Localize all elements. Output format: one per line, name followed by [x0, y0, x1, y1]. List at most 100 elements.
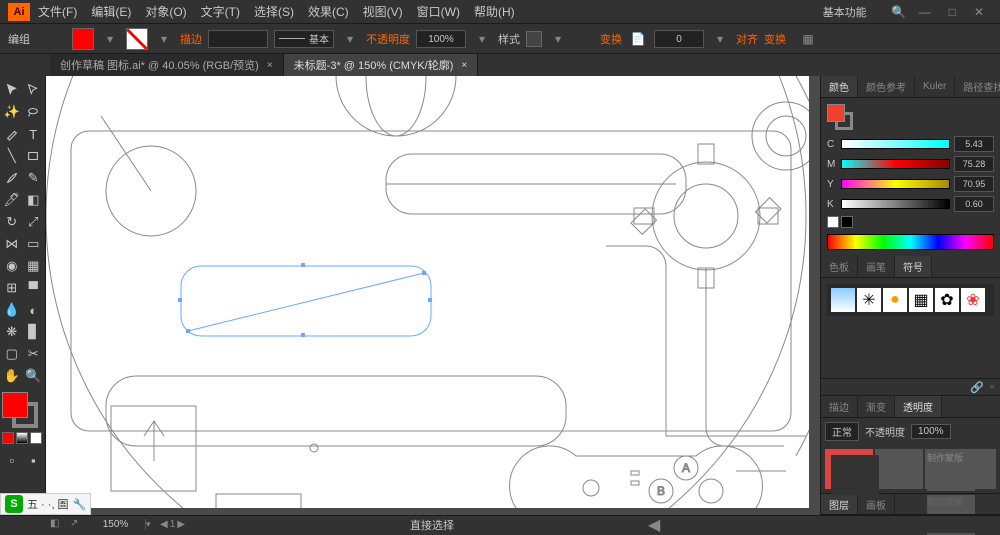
transform-label[interactable]: 变换: [600, 31, 622, 47]
magic-wand-tool[interactable]: ✨: [2, 102, 22, 122]
free-transform-tool[interactable]: ▭: [24, 234, 44, 254]
opacity-label[interactable]: 不透明度: [366, 31, 410, 47]
num-input[interactable]: 0: [654, 30, 704, 48]
fill-stroke-indicator[interactable]: [2, 392, 38, 428]
link-icon[interactable]: 🔗: [970, 381, 984, 394]
scale-tool[interactable]: ⤢: [24, 212, 44, 232]
ime-settings-icon[interactable]: 🔧: [73, 498, 87, 511]
hand-tool[interactable]: ✋: [2, 366, 22, 386]
graphic-style-swatch[interactable]: [526, 31, 542, 47]
ime-toolbar[interactable]: S 五 · ·, 圄 🔧: [0, 493, 91, 515]
magenta-value[interactable]: 75.28: [954, 156, 994, 172]
menu-file[interactable]: 文件(F): [32, 1, 83, 22]
menu-view[interactable]: 视图(V): [357, 1, 409, 22]
fill-swatch[interactable]: [72, 28, 94, 50]
new-icon[interactable]: ▫: [990, 381, 994, 393]
minimize-icon[interactable]: —: [911, 5, 939, 19]
selection-tool[interactable]: [2, 80, 22, 100]
tab-swatches[interactable]: 色板: [821, 256, 858, 277]
menu-type[interactable]: 文字(T): [195, 1, 246, 22]
artboard[interactable]: A B: [46, 76, 809, 508]
eyedropper-tool[interactable]: 💧: [2, 300, 22, 320]
menu-object[interactable]: 对象(O): [139, 1, 192, 22]
stroke-width-input[interactable]: [208, 30, 268, 48]
eraser-tool[interactable]: ◧: [24, 190, 44, 210]
tab-transparency[interactable]: 透明度: [895, 396, 942, 417]
canvas-area[interactable]: A B: [46, 76, 820, 515]
symbol-item[interactable]: ✿: [935, 288, 959, 312]
paintbrush-tool[interactable]: [2, 168, 22, 188]
zoom-level[interactable]: 150%: [86, 519, 146, 530]
yellow-value[interactable]: 70.95: [954, 176, 994, 192]
artboard-tool[interactable]: ▢: [2, 344, 22, 364]
blob-brush-tool[interactable]: 🖊: [2, 190, 22, 210]
tab-artboards[interactable]: 画板: [858, 494, 895, 514]
blend-mode-select[interactable]: 正常: [825, 422, 859, 441]
white-swatch-icon[interactable]: [827, 216, 839, 228]
status-icon[interactable]: ↗: [70, 518, 86, 532]
tab-kuler[interactable]: Kuler: [915, 76, 955, 97]
cyan-value[interactable]: 5.43: [954, 136, 994, 152]
fill-dropdown-icon[interactable]: ▾: [100, 29, 120, 49]
tab-symbols[interactable]: 符号: [895, 256, 932, 277]
make-mask-button[interactable]: 制作蒙版: [927, 451, 975, 491]
black-value[interactable]: 0.60: [954, 196, 994, 212]
stroke-label[interactable]: 描边: [180, 31, 202, 47]
align-label-2[interactable]: 变换: [764, 31, 786, 47]
symbol-item[interactable]: ▦: [909, 288, 933, 312]
menu-edit[interactable]: 编辑(E): [85, 1, 137, 22]
slice-tool[interactable]: ✂: [24, 344, 44, 364]
mesh-tool[interactable]: ⊞: [2, 278, 22, 298]
tab-color-guide[interactable]: 颜色参考: [858, 76, 915, 97]
pencil-tool[interactable]: ✎: [24, 168, 44, 188]
menu-select[interactable]: 选择(S): [248, 1, 300, 22]
perspective-tool[interactable]: ▦: [24, 256, 44, 276]
graph-tool[interactable]: ▊: [24, 322, 44, 342]
panel-fill-swatch[interactable]: [827, 104, 845, 122]
next-artboard-icon[interactable]: ▶: [177, 519, 185, 530]
zoom-tool[interactable]: 🔍: [24, 366, 44, 386]
symbol-item[interactable]: ✳: [857, 288, 881, 312]
width-tool[interactable]: ⋈: [2, 234, 22, 254]
close-tab-icon[interactable]: ×: [267, 60, 273, 71]
screen-mode-full-icon[interactable]: ▪: [24, 450, 44, 470]
stroke-style-select[interactable]: 基本: [274, 30, 334, 48]
tab-pathfinder[interactable]: 路径查找器: [955, 76, 1000, 97]
prev-artboard-icon[interactable]: ◀: [160, 519, 168, 530]
close-tab-icon[interactable]: ×: [461, 60, 467, 71]
rectangle-tool[interactable]: [24, 146, 44, 166]
gradient-tool[interactable]: ▀: [24, 278, 44, 298]
tab-gradient[interactable]: 渐变: [858, 396, 895, 417]
workspace-switcher[interactable]: 基本功能: [803, 4, 887, 20]
gradient-mode-icon[interactable]: [16, 432, 28, 444]
cyan-slider[interactable]: [841, 139, 950, 149]
mask-thumbnail[interactable]: [875, 449, 923, 489]
symbol-item[interactable]: ❀: [961, 288, 985, 312]
doc-setup-icon[interactable]: 📄: [628, 29, 648, 49]
color-mode-icon[interactable]: [2, 432, 14, 444]
tab-color[interactable]: 颜色: [821, 76, 858, 97]
tab-brushes[interactable]: 画笔: [858, 256, 895, 277]
spectrum-picker[interactable]: [827, 234, 994, 250]
tab-layers[interactable]: 图层: [821, 494, 858, 514]
stroke-swatch[interactable]: [126, 28, 148, 50]
menu-effect[interactable]: 效果(C): [302, 1, 355, 22]
symbol-item[interactable]: [831, 288, 855, 312]
none-mode-icon[interactable]: [30, 432, 42, 444]
scroll-left-icon[interactable]: ◀: [648, 515, 660, 535]
pen-tool[interactable]: [2, 124, 22, 144]
status-icon[interactable]: ◧: [50, 518, 66, 532]
symbol-item[interactable]: ●: [883, 288, 907, 312]
type-tool[interactable]: T: [24, 124, 44, 144]
screen-mode-normal-icon[interactable]: ▫: [2, 450, 22, 470]
align-label[interactable]: 对齐: [736, 31, 758, 47]
line-tool[interactable]: ╲: [2, 146, 22, 166]
tab-stroke[interactable]: 描边: [821, 396, 858, 417]
direct-selection-tool[interactable]: [24, 80, 44, 100]
blend-tool[interactable]: ◐: [24, 300, 44, 320]
lasso-tool[interactable]: [24, 102, 44, 122]
close-icon[interactable]: ✕: [966, 5, 992, 19]
opacity-input[interactable]: 100%: [416, 30, 466, 48]
shape-builder-tool[interactable]: ◉: [2, 256, 22, 276]
menu-window[interactable]: 窗口(W): [411, 1, 466, 22]
